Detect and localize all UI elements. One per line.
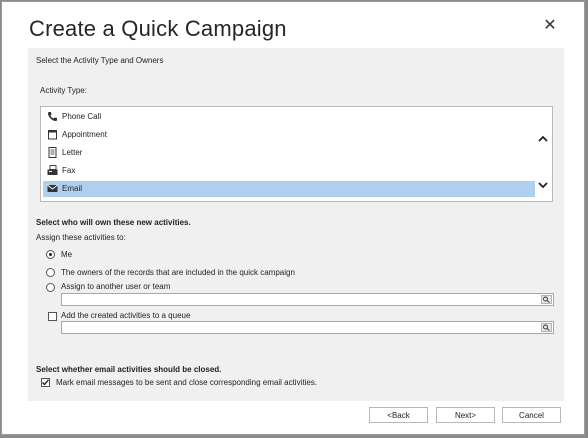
close-email-checkbox-label: Mark email messages to be sent and close… [56, 378, 318, 387]
cancel-button[interactable]: Cancel [502, 407, 561, 423]
list-item-letter[interactable]: Letter [43, 145, 535, 161]
back-button[interactable]: <Back [369, 407, 428, 423]
next-button[interactable]: Next> [436, 407, 495, 423]
letter-icon [48, 147, 57, 158]
radio-record-owners[interactable] [46, 268, 55, 277]
quick-campaign-dialog: Create a Quick Campaign ✕ Select the Act… [1, 1, 585, 435]
list-item-label: Appointment [62, 130, 107, 139]
activity-section-heading: Select the Activity Type and Owners [36, 56, 164, 65]
radio-another-user[interactable] [46, 283, 55, 292]
checkmark-icon [42, 379, 50, 386]
owner-section-heading: Select who will own these new activities… [36, 218, 191, 227]
list-item-appointment[interactable]: Appointment [43, 127, 535, 143]
queue-checkbox-label: Add the created activities to a queue [61, 311, 191, 320]
list-item-fax[interactable]: Fax [43, 163, 535, 179]
list-item-phone-call[interactable]: Phone Call [43, 109, 535, 125]
close-email-checkbox[interactable] [41, 378, 50, 387]
lookup-icon[interactable] [541, 295, 552, 304]
activity-type-listbox[interactable]: Phone Call Appointment Letter Fax Email [40, 106, 553, 202]
dialog-content: Select the Activity Type and Owners Acti… [28, 48, 564, 401]
appointment-icon [48, 130, 57, 140]
chevron-up-icon[interactable] [537, 133, 549, 145]
owner-section-subheading: Assign these activities to: [36, 233, 126, 242]
queue-checkbox[interactable] [48, 312, 57, 321]
email-icon [47, 184, 58, 192]
fax-icon [47, 165, 58, 175]
radio-record-owners-label: The owners of the records that are inclu… [61, 268, 295, 277]
list-item-label: Phone Call [62, 112, 102, 121]
list-item-label: Email [62, 184, 83, 193]
dialog-footer: <Back Next> Cancel [2, 401, 584, 434]
close-icon[interactable]: ✕ [542, 18, 558, 34]
list-item-label: Letter [62, 148, 83, 157]
dialog-title: Create a Quick Campaign [29, 16, 287, 41]
radio-me-label: Me [61, 250, 73, 259]
radio-me[interactable] [46, 250, 55, 259]
radio-another-user-label: Assign to another user or team [61, 282, 171, 291]
user-team-lookup-input[interactable] [61, 293, 554, 306]
email-section-heading: Select whether email activities should b… [36, 365, 222, 374]
phone-icon [48, 112, 57, 121]
queue-lookup-input[interactable] [61, 321, 554, 334]
chevron-down-icon[interactable] [537, 179, 549, 191]
lookup-icon[interactable] [541, 323, 552, 332]
activity-type-label: Activity Type: [40, 86, 87, 95]
list-item-email[interactable]: Email [43, 181, 535, 197]
list-item-label: Fax [62, 166, 76, 175]
